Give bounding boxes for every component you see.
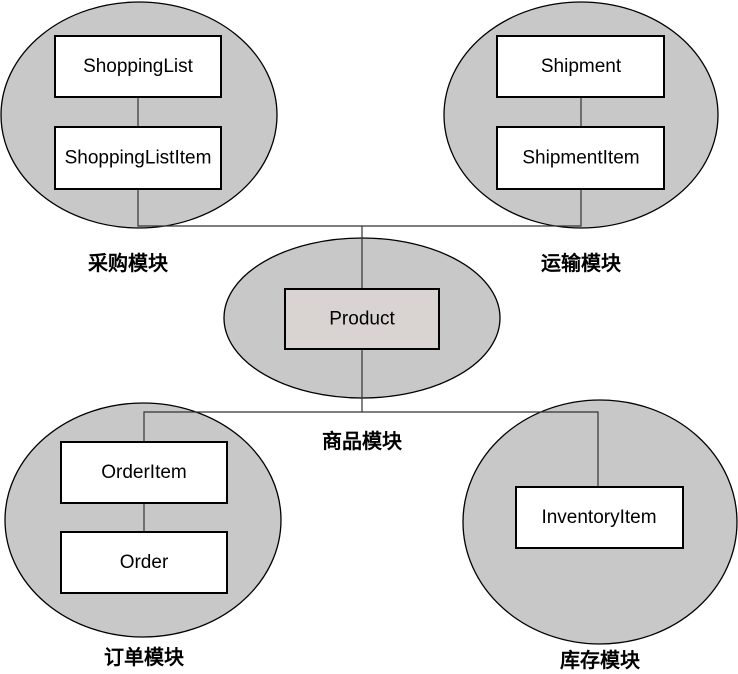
- order-module-label: 订单模块: [104, 645, 185, 669]
- entity-label: ShoppingListItem: [65, 148, 212, 169]
- entity-orderitem: OrderItem: [60, 441, 228, 504]
- entity-shipmentitem: ShipmentItem: [496, 126, 665, 190]
- entity-label: ShoppingList: [83, 56, 194, 77]
- entity-label: Order: [120, 552, 169, 573]
- product-module-label: 商品模块: [322, 429, 403, 453]
- module-diagram: ShoppingList ShoppingListItem Shipment S…: [0, 1, 738, 672]
- order-module-ellipse: [4, 402, 282, 638]
- entity-shoppinglistitem: ShoppingListItem: [54, 126, 222, 190]
- entity-shoppinglist: ShoppingList: [54, 35, 222, 98]
- entity-product: Product: [284, 288, 440, 350]
- entity-label: Product: [329, 309, 395, 330]
- entity-label: ShipmentItem: [522, 148, 639, 169]
- entity-inventoryitem: InventoryItem: [515, 486, 684, 549]
- entity-order: Order: [60, 531, 228, 594]
- entity-label: OrderItem: [101, 462, 187, 483]
- inventory-module-label: 库存模块: [560, 648, 641, 672]
- purchasing-module-label: 采购模块: [88, 251, 169, 275]
- entity-label: Shipment: [541, 56, 622, 77]
- entity-shipment: Shipment: [496, 35, 665, 98]
- shipping-module-label: 运输模块: [541, 251, 622, 275]
- entity-label: InventoryItem: [541, 507, 656, 528]
